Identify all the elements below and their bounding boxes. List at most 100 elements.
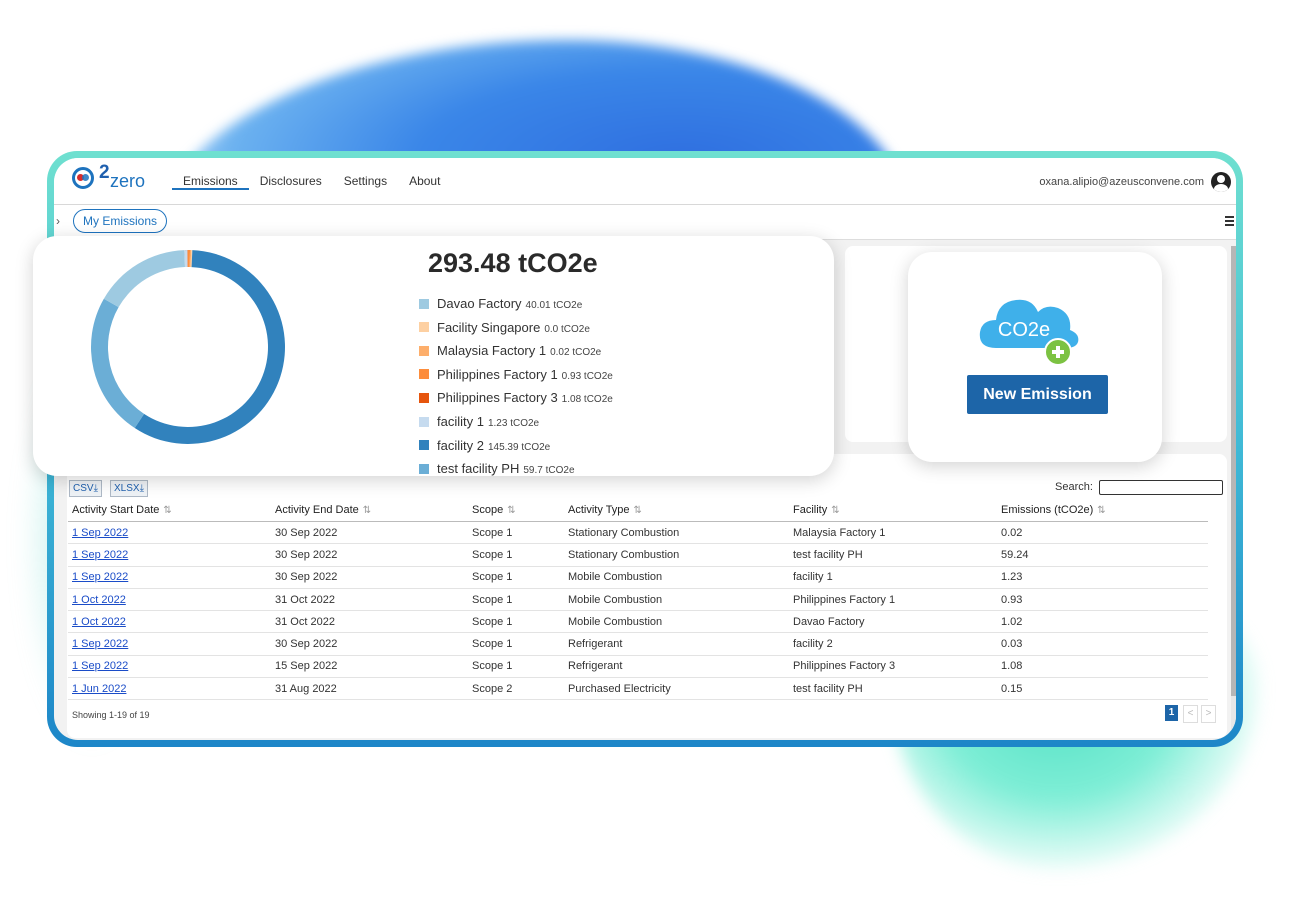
table-header-row: Activity Start Date ⇅ Activity End Date ⇅ … — [68, 499, 1208, 522]
search-input[interactable] — [1099, 480, 1223, 495]
legend-item[interactable]: Philippines Factory 1 0.93 tCO2e — [419, 367, 613, 391]
end-date-cell: 31 Aug 2022 — [271, 677, 468, 701]
sort-icon: ⇅ — [831, 505, 840, 516]
emissions-cell: 1.08 — [997, 655, 1208, 679]
activity-type-cell: Refrigerant — [564, 632, 789, 656]
new-emission-button[interactable]: New Emission — [967, 375, 1108, 414]
activity-type-cell: Mobile Combustion — [564, 566, 789, 589]
table-row: 1 Oct 2022 31 Oct 2022 Scope 1 Mobile Co… — [68, 610, 1208, 634]
legend-swatch — [419, 440, 429, 451]
activity-type-cell: Mobile Combustion — [564, 610, 789, 634]
nav-about[interactable]: About — [398, 158, 451, 204]
sidebar-expand-chevron-icon[interactable]: › — [56, 214, 60, 228]
top-navigation: 2 zero Emissions Disclosures Settings Ab… — [54, 158, 1236, 205]
emissions-cell: 0.15 — [997, 677, 1208, 701]
page-1-button[interactable]: 1 — [1165, 705, 1178, 721]
emissions-donut-chart — [91, 250, 285, 444]
start-date-link[interactable]: 1 Jun 2022 — [68, 677, 271, 701]
sort-icon: ⇅ — [362, 505, 372, 516]
sort-icon: ⇅ — [1097, 505, 1106, 516]
facility-cell: Davao Factory — [789, 610, 997, 634]
legend-swatch — [419, 463, 429, 474]
chart-legend: Davao Factory 40.01 tCO2e Facility Singap… — [419, 296, 613, 476]
start-date-link[interactable]: 1 Sep 2022 — [68, 566, 271, 589]
download-icon: ⤓ — [93, 483, 98, 494]
user-avatar-icon[interactable] — [1211, 172, 1231, 192]
cloud-label: CO2e — [998, 319, 1050, 341]
legend-item[interactable]: Facility Singapore 0.0 tCO2e — [419, 320, 613, 344]
nav-disclosures[interactable]: Disclosures — [249, 158, 333, 204]
column-header-scope[interactable]: Scope ⇅ — [468, 499, 564, 522]
scope-cell: Scope 1 — [468, 521, 564, 545]
activity-type-cell: Refrigerant — [564, 655, 789, 679]
donut-slice-davao-factory[interactable] — [103, 250, 185, 308]
hamburger-menu-icon[interactable] — [1225, 216, 1234, 228]
start-date-link[interactable]: 1 Sep 2022 — [68, 521, 271, 545]
page-scrollbar[interactable] — [1231, 246, 1236, 736]
total-emissions: 293.48 tCO2e — [428, 248, 598, 278]
legend-item[interactable]: facility 2 145.39 tCO2e — [419, 438, 613, 462]
scope-cell: Scope 1 — [468, 543, 564, 567]
facility-cell: Philippines Factory 3 — [789, 655, 997, 679]
activity-type-cell: Stationary Combustion — [564, 543, 789, 567]
column-header-start-date[interactable]: Activity Start Date ⇅ — [68, 499, 271, 522]
sort-icon: ⇅ — [507, 505, 516, 516]
legend-item[interactable]: facility 1 1.23 tCO2e — [419, 414, 613, 438]
scope-cell: Scope 1 — [468, 610, 564, 634]
start-date-link[interactable]: 1 Oct 2022 — [68, 610, 271, 634]
emissions-summary-card: 293.48 tCO2e Davao Factory 40.01 tCO2e Fa… — [33, 236, 834, 476]
column-header-activity-type[interactable]: Activity Type ⇅ — [564, 499, 789, 522]
sort-icon: ⇅ — [633, 505, 642, 516]
end-date-cell: 30 Sep 2022 — [271, 566, 468, 589]
column-header-end-date[interactable]: Activity End Date ⇅ — [271, 499, 468, 522]
column-header-emissions[interactable]: Emissions (tCO2e) ⇅ — [997, 499, 1208, 522]
donut-slice-facility-2[interactable] — [134, 250, 285, 444]
table-row: 1 Oct 2022 31 Oct 2022 Scope 1 Mobile Co… — [68, 588, 1208, 612]
legend-swatch — [419, 392, 429, 403]
end-date-cell: 31 Oct 2022 — [271, 588, 468, 612]
donut-slice-test-facility-ph[interactable] — [91, 298, 145, 429]
scrollbar-thumb[interactable] — [1231, 246, 1236, 696]
emissions-table: Activity Start Date ⇅ Activity End Date ⇅ … — [68, 499, 1208, 701]
table-row: 1 Jun 2022 31 Aug 2022 Scope 2 Purchased… — [68, 677, 1208, 701]
start-date-link[interactable]: 1 Sep 2022 — [68, 655, 271, 679]
start-date-link[interactable]: 1 Oct 2022 — [68, 588, 271, 612]
table-row: 1 Sep 2022 30 Sep 2022 Scope 1 Stationar… — [68, 543, 1208, 567]
scope-cell: Scope 1 — [468, 588, 564, 612]
download-icon: ⤓ — [139, 483, 144, 494]
table-row: 1 Sep 2022 15 Sep 2022 Scope 1 Refrigera… — [68, 655, 1208, 679]
tab-my-emissions[interactable]: My Emissions — [73, 209, 168, 233]
start-date-link[interactable]: 1 Sep 2022 — [68, 632, 271, 656]
activity-type-cell: Purchased Electricity — [564, 677, 789, 701]
emissions-cell: 0.93 — [997, 588, 1208, 612]
donut-slice-philippines-factory-1[interactable] — [187, 250, 191, 268]
legend-item[interactable]: Malaysia Factory 1 0.02 tCO2e — [419, 343, 613, 367]
facility-cell: test facility PH — [789, 677, 997, 701]
search-label: Search: — [1055, 481, 1093, 493]
legend-swatch — [419, 298, 429, 309]
end-date-cell: 30 Sep 2022 — [271, 543, 468, 567]
main-menu: Emissions Disclosures Settings About — [172, 158, 451, 204]
scope-cell: Scope 2 — [468, 677, 564, 701]
co2e-cloud-icon: CO2e — [979, 299, 1079, 366]
nav-emissions[interactable]: Emissions — [172, 158, 249, 190]
export-csv-button[interactable]: CSV⤓ — [69, 480, 102, 497]
column-header-facility[interactable]: Facility ⇅ — [789, 499, 997, 522]
next-page-button[interactable]: > — [1201, 705, 1216, 723]
export-xlsx-button[interactable]: XLSX⤓ — [110, 480, 148, 497]
activity-type-cell: Mobile Combustion — [564, 588, 789, 612]
prev-page-button[interactable]: < — [1183, 705, 1198, 723]
user-email[interactable]: oxana.alipio@azeusconvene.com — [1039, 176, 1204, 188]
legend-item[interactable]: Davao Factory 40.01 tCO2e — [419, 296, 613, 320]
logo-number: 2 — [99, 162, 110, 183]
emissions-cell: 1.02 — [997, 610, 1208, 634]
legend-item[interactable]: Philippines Factory 3 1.08 tCO2e — [419, 390, 613, 414]
app-logo[interactable]: 2 zero — [72, 162, 152, 196]
legend-item[interactable]: test facility PH 59.7 tCO2e — [419, 461, 613, 476]
legend-swatch — [419, 345, 429, 356]
start-date-link[interactable]: 1 Sep 2022 — [68, 543, 271, 567]
table-row: 1 Sep 2022 30 Sep 2022 Scope 1 Mobile Co… — [68, 566, 1208, 589]
nav-settings[interactable]: Settings — [333, 158, 398, 204]
emissions-cell: 59.24 — [997, 543, 1208, 567]
emissions-cell: 0.03 — [997, 632, 1208, 656]
